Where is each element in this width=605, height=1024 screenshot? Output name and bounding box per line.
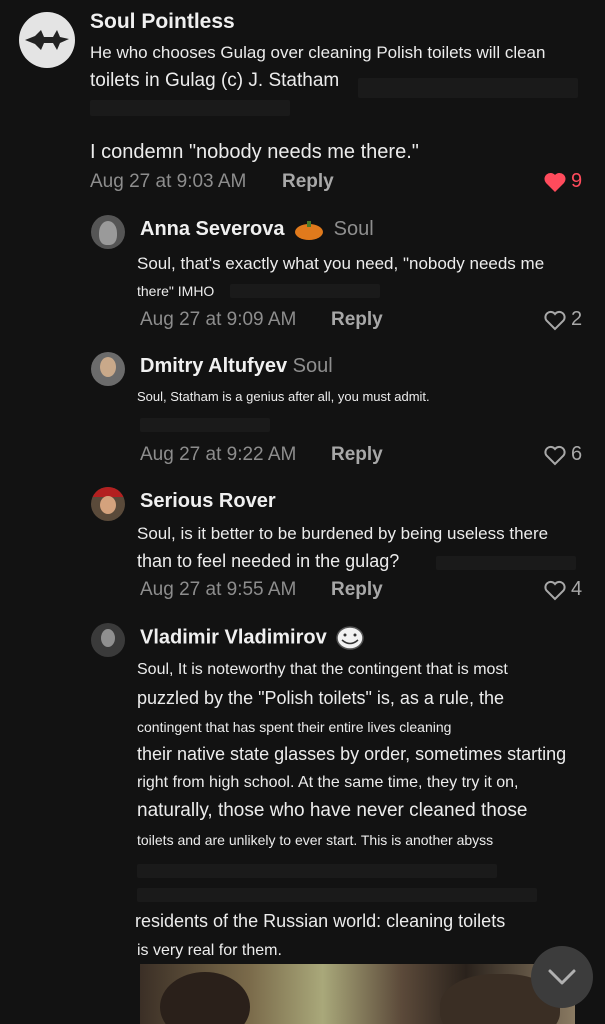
avatar-vladimir-vladimirov[interactable]	[91, 623, 125, 657]
comment-text-line: Soul, that's exactly what you need, "nob…	[137, 254, 545, 273]
faded-text	[436, 556, 576, 570]
author-name: Anna Severova	[140, 218, 285, 240]
reply-to-tag[interactable]: Soul	[334, 218, 374, 240]
comment-text-line: I condemn "nobody needs me there."	[90, 141, 419, 163]
faded-text	[137, 888, 537, 902]
trollface-emoji-icon	[336, 626, 365, 650]
jet-icon	[25, 30, 69, 50]
comment-text-line: contingent that has spent their entire l…	[137, 719, 452, 735]
comment-timestamp: Aug 27 at 9:55 AM	[140, 579, 297, 600]
comment-timestamp: Aug 27 at 9:22 AM	[140, 444, 297, 465]
comment-text-line: naturally, those who have never cleaned …	[137, 800, 528, 821]
comment-text-line: residents of the Russian world: cleaning…	[135, 911, 506, 931]
comment-text-line: there" IMHO	[137, 283, 215, 299]
comment-timestamp: Aug 27 at 9:09 AM	[140, 309, 297, 330]
pumpkin-emoji-icon	[294, 219, 324, 241]
reply-button[interactable]: Reply	[331, 579, 383, 601]
like-count: 9	[571, 170, 583, 192]
like-count: 6	[571, 443, 583, 465]
comment-text-line: toilets and are unlikely to ever start. …	[137, 832, 494, 848]
avatar-dmitry-altufyev[interactable]	[91, 352, 125, 386]
comment-timestamp: Aug 27 at 9:03 AM	[90, 171, 247, 192]
comment-author[interactable]: Dmitry Altufyev Soul	[140, 355, 333, 378]
author-name: Vladimir Vladimirov	[140, 626, 327, 649]
comment-text-line: He who chooses Gulag over cleaning Polis…	[90, 43, 546, 62]
avatar-serious-rover[interactable]	[91, 487, 125, 521]
comment-author[interactable]: Anna Severova Soul	[140, 218, 374, 241]
faded-text	[90, 100, 290, 116]
faded-text	[358, 78, 578, 98]
comment-author[interactable]: Vladimir Vladimirov	[140, 626, 365, 650]
reply-button[interactable]: Reply	[331, 444, 383, 466]
like-button[interactable]: 2	[543, 308, 582, 331]
comment-text-line: than to feel needed in the gulag?	[137, 551, 400, 571]
comment-text-line: Soul, Statham is a genius after all, you…	[137, 389, 430, 404]
like-button[interactable]: 4	[543, 578, 582, 601]
like-button[interactable]: 6	[543, 443, 582, 466]
comment-text-line: Soul, is it better to be burdened by bei…	[137, 524, 549, 543]
scroll-down-button[interactable]	[531, 946, 593, 1008]
comment-text-line: is very real for them.	[137, 942, 282, 959]
comment-text-line: right from high school. At the same time…	[137, 774, 519, 791]
comment-text-line: toilets in Gulag (c) J. Statham	[90, 70, 340, 91]
comment-author[interactable]: Serious Rover	[140, 490, 276, 513]
reply-button[interactable]: Reply	[331, 309, 383, 331]
like-button[interactable]: 9	[543, 170, 582, 193]
comment-author[interactable]: Soul Pointless	[90, 10, 235, 34]
comment-text-line: their native state glasses by order, som…	[137, 744, 567, 764]
faded-text	[137, 864, 497, 878]
comment-text-line: puzzled by the "Polish toilets" is, as a…	[137, 688, 504, 708]
heart-outline-icon	[544, 310, 566, 330]
like-count: 2	[571, 308, 583, 330]
heart-outline-icon	[544, 445, 566, 465]
avatar-anna-severova[interactable]	[91, 215, 125, 249]
heart-outline-icon	[544, 580, 566, 600]
reply-to-tag[interactable]: Soul	[293, 355, 333, 377]
comment-text-line: Soul, It is noteworthy that the continge…	[137, 661, 508, 678]
heart-filled-icon	[544, 172, 566, 192]
attached-image[interactable]	[140, 964, 575, 1024]
reply-button[interactable]: Reply	[282, 171, 334, 193]
faded-text	[140, 418, 270, 432]
author-name: Dmitry Altufyev	[140, 355, 288, 377]
chevron-down-icon	[548, 969, 576, 985]
faded-text	[230, 284, 380, 298]
like-count: 4	[571, 578, 583, 600]
avatar-soul-pointless[interactable]	[19, 12, 75, 68]
